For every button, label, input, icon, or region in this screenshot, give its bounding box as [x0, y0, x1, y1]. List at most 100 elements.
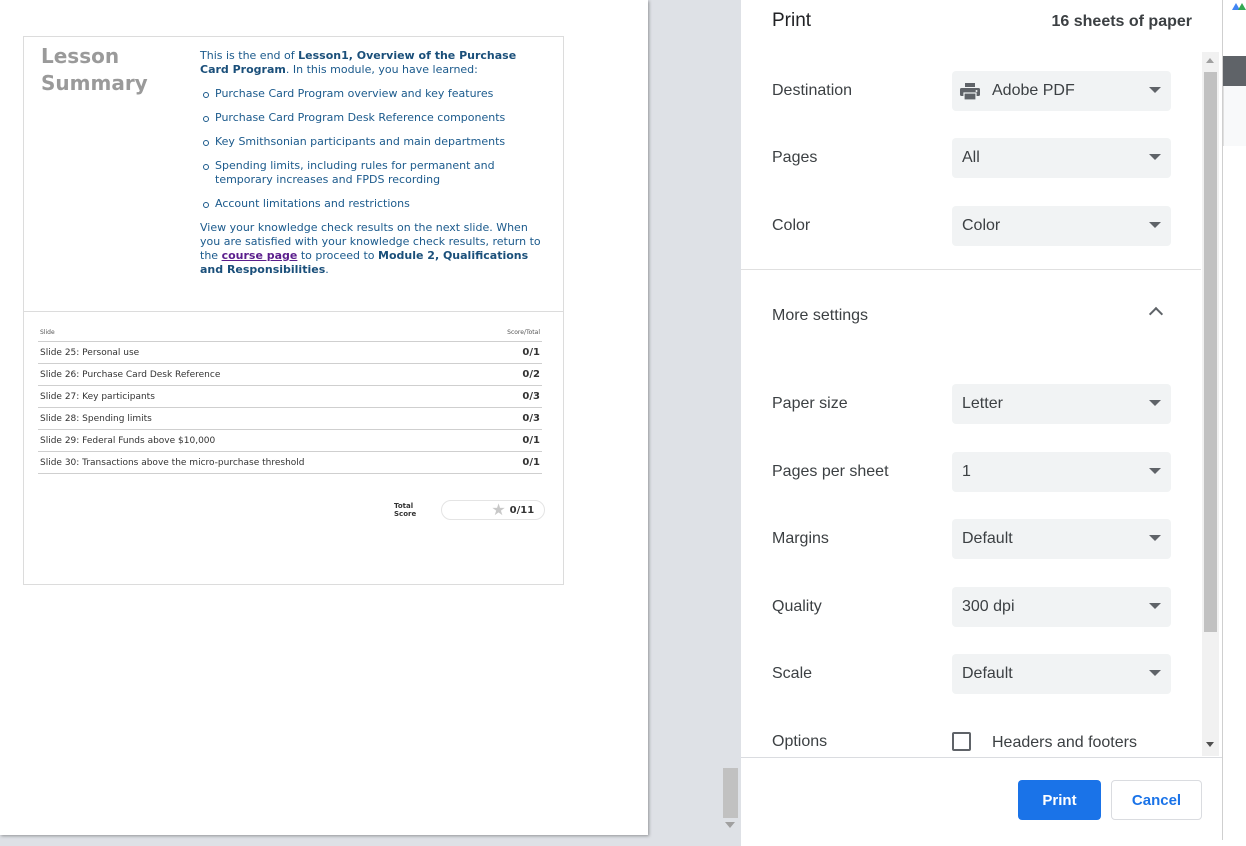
scroll-down-arrow-icon[interactable] — [725, 822, 735, 828]
course-page-link[interactable]: course page — [222, 249, 298, 262]
learned-list: Purchase Card Program overview and key f… — [200, 87, 548, 211]
scroll-down-arrow-icon[interactable] — [1206, 742, 1214, 747]
learned-item: Purchase Card Program Desk Reference com… — [200, 111, 548, 125]
quality-value: 300 dpi — [962, 598, 1015, 615]
printer-icon — [960, 83, 980, 100]
row-score: 0/3 — [522, 413, 540, 424]
section-divider — [741, 269, 1201, 270]
color-setting: Color Color — [741, 206, 1201, 246]
intro-prefix: This is the end of — [200, 49, 299, 62]
intro-suffix: . In this module, you have learned: — [285, 63, 478, 76]
table-row: Slide 30: Transactions above the micro-p… — [38, 452, 542, 474]
headers-footers-label[interactable]: Headers and footers — [992, 734, 1137, 752]
print-button[interactable]: Print — [1018, 780, 1101, 820]
quality-select[interactable]: 300 dpi — [952, 587, 1171, 627]
pages-value: All — [962, 149, 980, 166]
row-score: 0/3 — [522, 391, 540, 402]
margins-label: Margins — [772, 530, 829, 547]
quality-setting: Quality 300 dpi — [741, 587, 1201, 627]
chevron-down-icon — [1149, 400, 1161, 406]
chevron-down-icon — [1149, 154, 1161, 160]
quality-label: Quality — [772, 598, 822, 615]
pages-per-sheet-setting: Pages per sheet 1 — [741, 452, 1201, 492]
margins-value: Default — [962, 530, 1013, 547]
destination-setting: Destination Adobe PDF — [741, 71, 1201, 111]
row-slide: Slide 30: Transactions above the micro-p… — [40, 457, 305, 468]
options-setting: Options Headers and footers — [741, 724, 1201, 760]
margins-select[interactable]: Default — [952, 519, 1171, 559]
table-row: Slide 29: Federal Funds above $10,000 0/1 — [38, 430, 542, 452]
pages-select[interactable]: All — [952, 138, 1171, 178]
print-settings-panel: Print 16 sheets of paper Destination Ado… — [741, 0, 1223, 840]
total-score: Total Score ★ 0/11 — [394, 500, 546, 520]
chevron-down-icon — [1149, 468, 1161, 474]
chevron-down-icon — [1149, 670, 1161, 676]
chevron-down-icon — [1149, 603, 1161, 609]
outro-mid: to proceed to — [297, 249, 379, 262]
col-slide: Slide — [40, 329, 55, 336]
col-score: Score/Total — [507, 329, 540, 336]
row-slide: Slide 25: Personal use — [40, 347, 140, 358]
preview-page: Lesson Summary This is the end of Lesson… — [0, 0, 648, 835]
background-window-edge — [1223, 0, 1246, 846]
paper-size-setting: Paper size Letter — [741, 384, 1201, 424]
destination-select[interactable]: Adobe PDF — [952, 71, 1171, 111]
row-slide: Slide 28: Spending limits — [40, 413, 152, 424]
total-score-label: Total Score — [394, 502, 417, 518]
color-value: Color — [962, 217, 1001, 234]
knowledge-check-results: Slide Score/Total Slide 25: Personal use… — [23, 311, 564, 585]
margins-setting: Margins Default — [741, 519, 1201, 559]
settings-scrollbar[interactable] — [1202, 52, 1219, 756]
headers-footers-checkbox[interactable] — [952, 732, 971, 751]
pages-label: Pages — [772, 149, 818, 166]
destination-label: Destination — [772, 82, 853, 99]
total-score-box: ★ 0/11 — [440, 500, 546, 520]
lesson-intro: This is the end of Lesson1, Overview of … — [200, 49, 548, 77]
dialog-footer: Print Cancel — [741, 757, 1223, 840]
scroll-up-arrow-icon[interactable] — [1206, 58, 1214, 63]
results-header: Slide Score/Total — [38, 324, 542, 342]
pages-setting: Pages All — [741, 138, 1201, 178]
chevron-down-icon — [1149, 535, 1161, 541]
table-row: Slide 27: Key participants 0/3 — [38, 386, 542, 408]
options-label: Options — [772, 733, 828, 750]
paper-size-value: Letter — [962, 395, 1003, 412]
paper-size-select[interactable]: Letter — [952, 384, 1171, 424]
row-score: 0/1 — [522, 435, 540, 446]
color-select[interactable]: Color — [952, 206, 1171, 246]
sheet-count: 16 sheets of paper — [1051, 13, 1193, 30]
chevron-down-icon — [1149, 222, 1161, 228]
app-logo-icon — [1232, 3, 1246, 10]
results-table: Slide Score/Total Slide 25: Personal use… — [38, 324, 546, 520]
paper-size-label: Paper size — [772, 395, 848, 412]
print-preview-area: Lesson Summary This is the end of Lesson… — [0, 0, 741, 846]
more-settings-toggle[interactable]: More settings — [741, 296, 1201, 336]
preview-scrollbar[interactable] — [720, 0, 741, 846]
pages-per-sheet-label: Pages per sheet — [772, 463, 889, 480]
pages-per-sheet-select[interactable]: 1 — [952, 452, 1171, 492]
chevron-up-icon[interactable] — [1148, 306, 1164, 322]
table-row: Slide 25: Personal use 0/1 — [38, 342, 542, 364]
row-score: 0/1 — [522, 457, 540, 468]
cancel-button[interactable]: Cancel — [1111, 780, 1202, 820]
outro-end: . — [325, 263, 329, 276]
chevron-down-icon — [1149, 87, 1161, 93]
row-score: 0/1 — [522, 347, 540, 358]
color-label: Color — [772, 217, 811, 234]
learned-item: Purchase Card Program overview and key f… — [200, 87, 548, 101]
scale-value: Default — [962, 665, 1013, 682]
lesson-outro: View your knowledge check results on the… — [200, 221, 548, 277]
background-panel — [1223, 86, 1246, 146]
lesson-summary-card: Lesson Summary This is the end of Lesson… — [23, 36, 564, 311]
preview-scroll-thumb[interactable] — [723, 768, 738, 818]
row-slide: Slide 26: Purchase Card Desk Reference — [40, 369, 221, 380]
settings-scroll-thumb[interactable] — [1204, 72, 1217, 632]
scale-label: Scale — [772, 665, 813, 682]
more-settings-label: More settings — [772, 307, 869, 324]
dialog-title: Print — [772, 10, 812, 31]
row-slide: Slide 29: Federal Funds above $10,000 — [40, 435, 216, 446]
table-row: Slide 26: Purchase Card Desk Reference 0/… — [38, 364, 542, 386]
lesson-summary-title: Lesson Summary — [41, 44, 148, 95]
star-icon: ★ — [491, 500, 506, 519]
scale-select[interactable]: Default — [952, 654, 1171, 694]
